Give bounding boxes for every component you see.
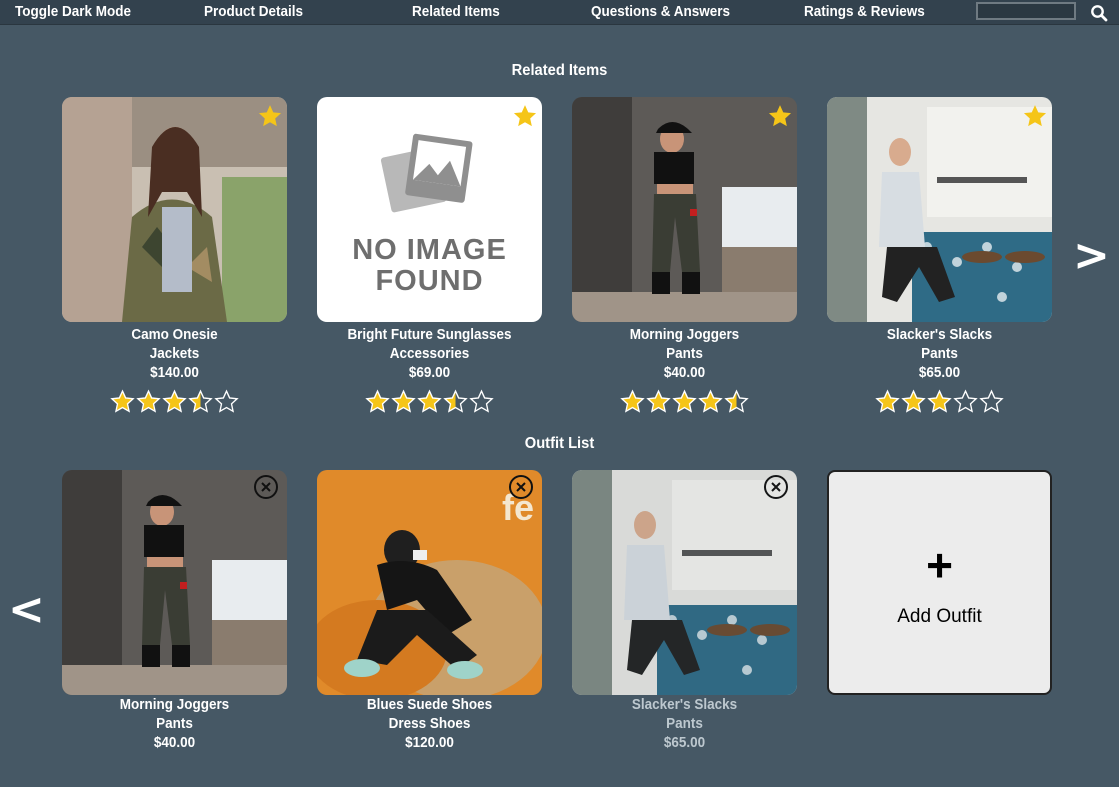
favorite-star-icon[interactable] [767, 103, 793, 129]
rating-star-icon [469, 389, 494, 413]
rating-star-icon [927, 389, 952, 413]
outfit-list-title: Outfit List [524, 435, 595, 452]
card-info: Morning Joggers Pants $40.00 [580, 322, 789, 383]
search-icon[interactable] [1090, 4, 1108, 22]
remove-outfit-icon[interactable] [508, 474, 534, 500]
product-price: $69.00 [408, 365, 451, 381]
product-photo [572, 97, 797, 322]
top-nav-bar: Toggle Dark Mode Product Details Related… [0, 0, 1119, 25]
product-price: $40.00 [153, 735, 196, 751]
product-photo [827, 97, 1052, 322]
product-photo [572, 470, 797, 695]
star-rating [572, 389, 797, 414]
search-input[interactable] [976, 2, 1076, 20]
product-price: $65.00 [663, 735, 706, 751]
rating-star-icon [417, 389, 442, 413]
rating-star-icon [365, 389, 390, 413]
product-category: Dress Shoes [388, 716, 471, 732]
rating-star-icon [901, 389, 926, 413]
outfit-card-morning-joggers[interactable]: Morning Joggers Pants $40.00 [62, 470, 287, 753]
nav-related-items[interactable]: Related Items [412, 0, 500, 24]
product-price: $140.00 [150, 365, 199, 381]
related-card-camo-onesie[interactable]: Camo Onesie Jackets $140.00 [62, 97, 287, 414]
card-info: Slacker's Slacks Pants $65.00 [835, 322, 1044, 383]
product-category: Jackets [149, 346, 200, 362]
rating-star-icon [443, 389, 468, 413]
card-info: Bright Future Sunglasses Accessories $69… [325, 322, 534, 383]
card-info: Slacker's Slacks Pants $65.00 [580, 695, 789, 753]
card-info: Camo Onesie Jackets $140.00 [70, 322, 279, 383]
plus-icon: + [926, 539, 953, 591]
nav-product-details[interactable]: Product Details [204, 0, 303, 24]
rating-star-icon [875, 389, 900, 413]
related-card-slackers-slacks[interactable]: Slacker's Slacks Pants $65.00 [827, 97, 1052, 414]
product-name: Morning Joggers [119, 697, 230, 713]
product-price: $120.00 [405, 735, 454, 751]
product-photo [62, 97, 287, 322]
star-rating [62, 389, 287, 414]
rating-star-icon [391, 389, 416, 413]
product-category: Pants [156, 716, 193, 732]
rating-star-icon [620, 389, 645, 413]
product-name: Morning Joggers [629, 327, 740, 343]
product-price: $40.00 [663, 365, 706, 381]
add-outfit-button[interactable]: + Add Outfit [827, 470, 1052, 695]
star-rating [827, 389, 1052, 414]
product-price: $65.00 [918, 365, 961, 381]
product-category: Accessories [389, 346, 470, 362]
no-image-text: NO IMAGE FOUND [352, 234, 507, 297]
favorite-star-icon[interactable] [257, 103, 283, 129]
product-category: Pants [921, 346, 958, 362]
remove-outfit-icon[interactable] [763, 474, 789, 500]
rating-star-icon [136, 389, 161, 413]
product-name: Blues Suede Shoes [366, 697, 493, 713]
product-photo [62, 470, 287, 695]
rating-star-icon [953, 389, 978, 413]
nav-toggle-dark-mode[interactable]: Toggle Dark Mode [15, 0, 131, 24]
rating-star-icon [646, 389, 671, 413]
product-name: Bright Future Sunglasses [347, 327, 512, 343]
product-category: Pants [666, 716, 703, 732]
rating-star-icon [162, 389, 187, 413]
no-image-placeholder: NO IMAGE FOUND [317, 97, 542, 322]
favorite-star-icon[interactable] [512, 103, 538, 129]
product-name: Slacker's Slacks [631, 697, 738, 713]
rating-star-icon [110, 389, 135, 413]
star-rating [317, 389, 542, 414]
outfit-card-blues-suede-shoes[interactable]: fe Blues Suede Shoes Dress Shoes $120.00 [317, 470, 542, 753]
favorite-star-icon[interactable] [1022, 103, 1048, 129]
prev-arrow-button[interactable]: < [8, 588, 45, 632]
product-category: Pants [666, 346, 703, 362]
related-items-title: Related Items [511, 62, 608, 79]
product-name: Camo Onesie [131, 327, 218, 343]
related-card-bright-future-sunglasses[interactable]: NO IMAGE FOUND Bright Future Sunglasses … [317, 97, 542, 414]
rating-star-icon [188, 389, 213, 413]
next-arrow-button[interactable]: > [1073, 234, 1110, 278]
remove-outfit-icon[interactable] [253, 474, 279, 500]
outfit-card-slackers-slacks[interactable]: Slacker's Slacks Pants $65.00 [572, 470, 797, 753]
product-name: Slacker's Slacks [886, 327, 993, 343]
rating-star-icon [698, 389, 723, 413]
rating-star-icon [979, 389, 1004, 413]
rating-star-icon [724, 389, 749, 413]
rating-star-icon [214, 389, 239, 413]
card-info: Blues Suede Shoes Dress Shoes $120.00 [325, 695, 534, 753]
card-info: Morning Joggers Pants $40.00 [70, 695, 279, 753]
nav-ratings-reviews[interactable]: Ratings & Reviews [804, 0, 925, 24]
nav-questions-answers[interactable]: Questions & Answers [591, 0, 730, 24]
rating-star-icon [672, 389, 697, 413]
related-card-morning-joggers[interactable]: Morning Joggers Pants $40.00 [572, 97, 797, 414]
product-photo: fe [317, 470, 542, 695]
add-outfit-label: Add Outfit [897, 606, 982, 627]
